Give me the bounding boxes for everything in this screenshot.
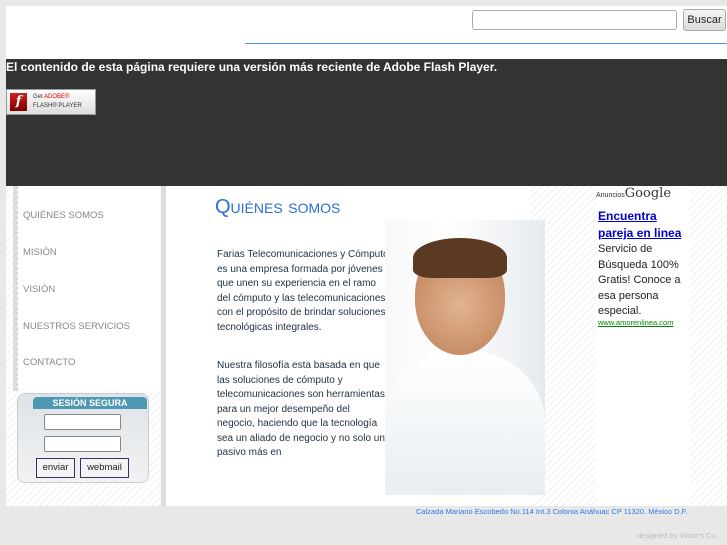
flash-banner: [6, 59, 727, 186]
ad-text: Servicio de Búsqueda 100% Gratis! Conoce…: [598, 243, 681, 317]
flash-logo-icon: f: [10, 93, 27, 111]
password-input[interactable]: [44, 436, 121, 452]
paragraph: Farias Telecomunicaciones y Cómputo es u…: [217, 249, 389, 333]
header-divider: [245, 43, 727, 44]
menu-item-servicios[interactable]: NUESTROS SERVICIOS: [23, 321, 130, 332]
footer-address: Calzada Mariano Escobedo No.114 Int.3 Co…: [416, 507, 688, 516]
login-box: SESIÓN SEGURA enviar webmail: [17, 393, 149, 483]
badge-adobe: ADOBE®: [44, 94, 70, 100]
menu-item-mision[interactable]: MISIÓN: [23, 247, 57, 258]
paragraph: Nuestra filosofía esta basada en que las…: [217, 360, 385, 457]
enviar-button[interactable]: enviar: [36, 458, 75, 478]
username-input[interactable]: [44, 414, 121, 430]
flash-message: El contenido de esta página requiere una…: [6, 60, 498, 74]
badge-get: Get: [33, 94, 43, 100]
ad-title-link[interactable]: Encuentra pareja en linea: [598, 208, 690, 242]
ad-url-link[interactable]: www.amorenlinea.com: [598, 318, 673, 327]
page-title: Quiénes somos: [215, 196, 341, 218]
menu-item-contacto[interactable]: CONTACTO: [23, 357, 75, 368]
ads-label: Anuncios: [596, 192, 625, 199]
login-title: SESIÓN SEGURA: [33, 397, 147, 409]
google-logo: Google: [624, 186, 672, 201]
get-flash-player-button[interactable]: f Get ADOBE® FLASH® PLAYER: [6, 89, 96, 115]
badge-player: FLASH® PLAYER: [33, 103, 82, 109]
footer-credit: designed by Victor's Co.: [637, 531, 718, 540]
search-button[interactable]: Buscar: [683, 9, 726, 31]
menu-item-vision[interactable]: VISIÓN: [23, 284, 55, 295]
menu-item-quienes-somos[interactable]: QUIÉNES SOMOS: [23, 210, 104, 221]
operator-photo: [385, 220, 545, 495]
search-input[interactable]: [472, 10, 677, 30]
webmail-button[interactable]: webmail: [80, 458, 129, 478]
